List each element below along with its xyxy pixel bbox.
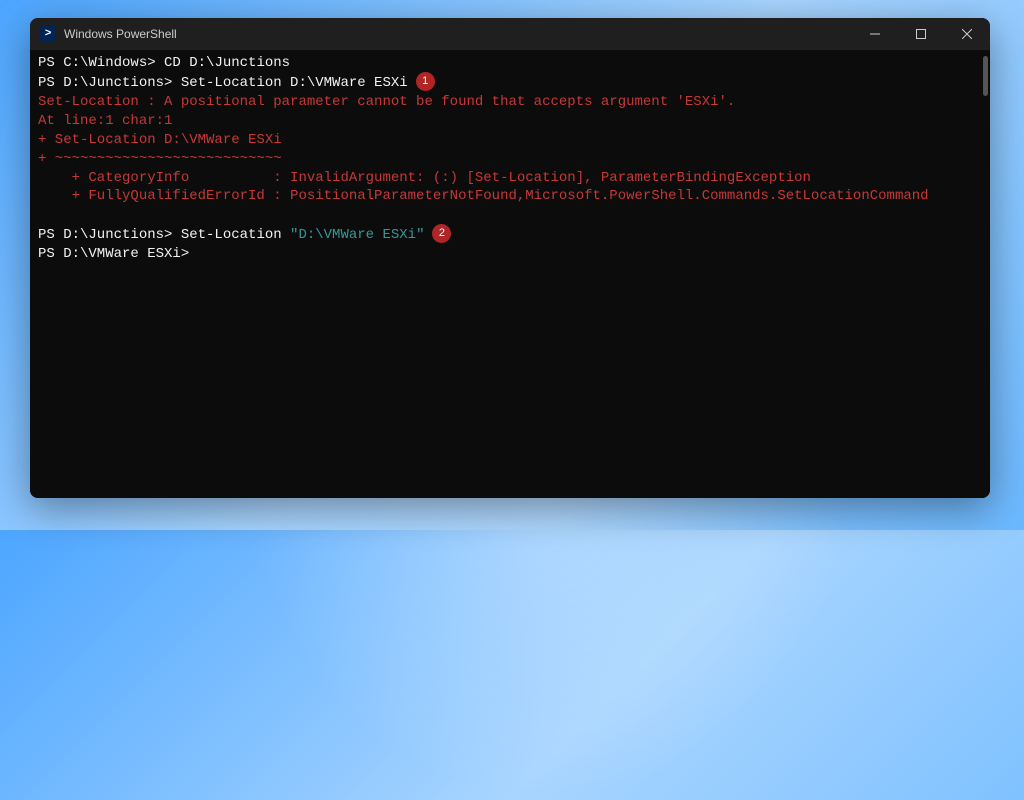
prompt-line: PS D:\Junctions> Set-Location "D:\VMWare…: [38, 225, 982, 245]
command-text: CD D:\Junctions: [164, 55, 290, 71]
maximize-button[interactable]: [898, 18, 944, 50]
terminal-output[interactable]: PS C:\Windows> CD D:\Junctions PS D:\Jun…: [30, 50, 990, 498]
error-line: + FullyQualifiedErrorId : PositionalPara…: [38, 187, 982, 206]
command-text: Set-Location D:\VMWare ESXi: [181, 75, 408, 91]
powershell-window: Windows PowerShell PS C:\Windows> CD D:\…: [30, 18, 990, 498]
scrollbar[interactable]: [983, 56, 988, 96]
error-line: + Set-Location D:\VMWare ESXi: [38, 131, 982, 150]
error-line: At line:1 char:1: [38, 112, 982, 131]
minimize-button[interactable]: [852, 18, 898, 50]
window-title: Windows PowerShell: [64, 27, 852, 41]
command-text: Set-Location: [181, 227, 290, 243]
error-line: Set-Location : A positional parameter ca…: [38, 93, 982, 112]
prompt: PS D:\VMWare ESXi>: [38, 246, 198, 262]
error-line: + ~~~~~~~~~~~~~~~~~~~~~~~~~~~: [38, 150, 982, 169]
blank-line: [38, 206, 982, 225]
prompt-line: PS C:\Windows> CD D:\Junctions: [38, 54, 982, 73]
powershell-icon: [40, 26, 56, 42]
quoted-string: "D:\VMWare ESXi": [290, 227, 424, 243]
prompt-line: PS D:\Junctions> Set-Location D:\VMWare …: [38, 73, 982, 93]
window-controls: [852, 18, 990, 50]
error-line: + CategoryInfo : InvalidArgument: (:) [S…: [38, 169, 982, 188]
close-button[interactable]: [944, 18, 990, 50]
prompt: PS D:\Junctions>: [38, 75, 181, 91]
prompt-line: PS D:\VMWare ESXi>: [38, 245, 982, 264]
prompt: PS D:\Junctions>: [38, 227, 181, 243]
titlebar[interactable]: Windows PowerShell: [30, 18, 990, 50]
annotation-badge-2: 2: [432, 224, 451, 243]
prompt: PS C:\Windows>: [38, 55, 164, 71]
annotation-badge-1: 1: [416, 72, 435, 91]
